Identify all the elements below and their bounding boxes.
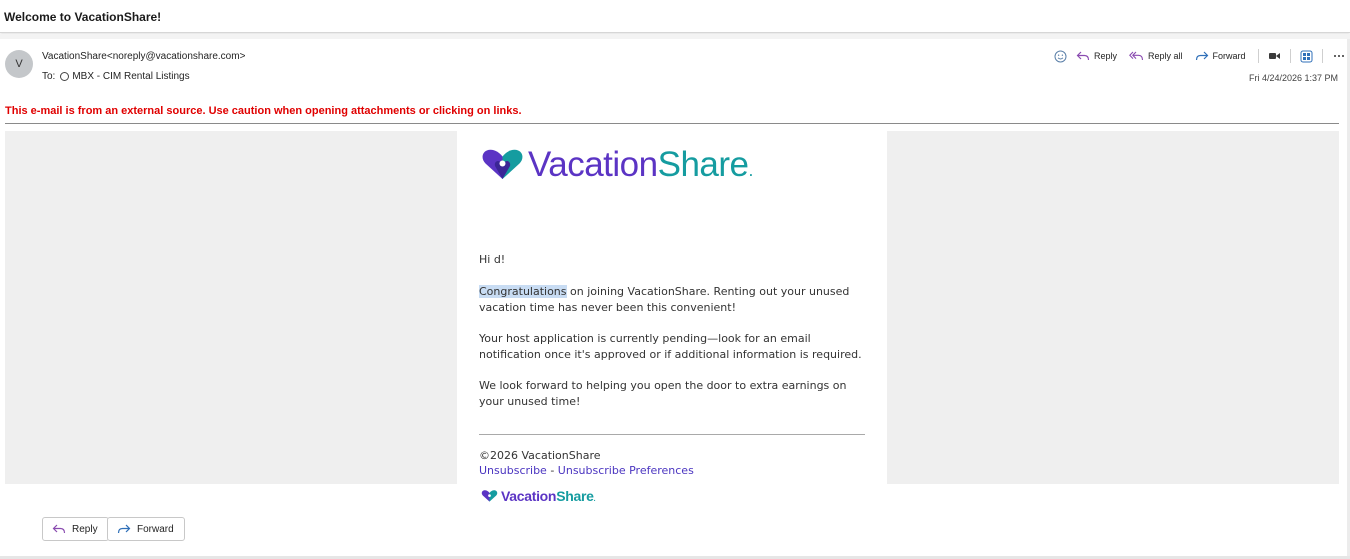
external-sender-warning: This e-mail is from an external source. … <box>5 105 522 117</box>
greeting: Hi d! <box>479 253 506 266</box>
teams-icon <box>1268 53 1280 59</box>
selected-text[interactable]: Congratulations <box>479 285 567 298</box>
emoji-reaction-button[interactable] <box>1054 50 1067 63</box>
bottom-forward-button[interactable]: Forward <box>107 517 185 541</box>
footer-logo[interactable]: VacationShare. <box>481 488 596 504</box>
footer-divider <box>479 434 865 435</box>
message-actions: Reply Reply all Forward <box>1054 48 1345 64</box>
email-subject: Welcome to VacationShare! <box>4 10 162 24</box>
body-paragraph-2: Your host application is currently pendi… <box>479 332 862 361</box>
emoji-icon <box>1054 50 1067 62</box>
subject-bar: Welcome to VacationShare! <box>0 0 1350 33</box>
presence-icon <box>60 72 70 81</box>
reply-button[interactable]: Reply <box>1076 50 1117 62</box>
reply-all-button[interactable]: Reply all <box>1129 50 1183 62</box>
toolbar-divider <box>1257 49 1259 63</box>
warning-divider <box>5 123 1339 124</box>
apps-button[interactable] <box>1300 50 1313 63</box>
email-margin-left <box>5 131 457 484</box>
to-label: To: <box>42 71 56 82</box>
recipient-name[interactable]: MBX - CIM Rental Listings <box>72 71 189 82</box>
reply-icon <box>52 524 66 534</box>
reply-all-label: Reply all <box>1148 51 1183 61</box>
body-paragraph-3: We look forward to helping you open the … <box>479 379 847 408</box>
forward-icon <box>1195 51 1208 61</box>
link-separator: - <box>546 464 558 477</box>
body-paragraph-1: Congratulations on joining VacationShare… <box>479 285 850 314</box>
heart-logo-icon <box>481 490 498 502</box>
more-icon <box>1333 55 1344 57</box>
bottom-reply-label: Reply <box>72 523 98 535</box>
footer-logo-wordmark: VacationShare. <box>501 488 596 504</box>
sent-date: Fri 4/24/2026 1:37 PM <box>1249 73 1339 83</box>
unsubscribe-link[interactable]: Unsubscribe <box>479 464 547 477</box>
forward-label: Forward <box>1212 51 1246 61</box>
message-pane: V VacationShare<noreply@vacationshare.co… <box>0 39 1350 559</box>
bottom-forward-label: Forward <box>137 523 174 535</box>
bottom-reply-button[interactable]: Reply <box>42 517 109 541</box>
sender-address[interactable]: VacationShare<noreply@vacationshare.com> <box>42 51 245 62</box>
teams-share-button[interactable] <box>1268 50 1281 62</box>
toolbar-divider <box>1321 49 1323 63</box>
unsubscribe-preferences-link[interactable]: Unsubscribe Preferences <box>558 464 694 477</box>
brand-logo[interactable]: VacationShare. <box>481 147 753 182</box>
email-margin-right <box>887 131 1339 484</box>
avatar[interactable]: V <box>5 50 33 78</box>
reply-all-icon <box>1129 51 1144 61</box>
reply-icon <box>1076 51 1090 61</box>
footer-copyright: ©2026 VacationShare <box>479 449 601 462</box>
toolbar-divider <box>1289 49 1291 63</box>
more-actions-button[interactable] <box>1333 54 1345 58</box>
reply-label: Reply <box>1094 51 1118 61</box>
recipient-line: To: MBX - CIM Rental Listings <box>42 71 190 82</box>
email-body-card: VacationShare. Hi d! Congratulations on … <box>457 131 887 504</box>
footer-links: Unsubscribe - Unsubscribe Preferences <box>479 464 694 477</box>
forward-icon <box>117 524 131 534</box>
apps-icon <box>1300 50 1313 62</box>
heart-logo-icon <box>482 149 523 179</box>
logo-wordmark: VacationShare. <box>528 145 753 184</box>
forward-button[interactable]: Forward <box>1195 50 1246 62</box>
